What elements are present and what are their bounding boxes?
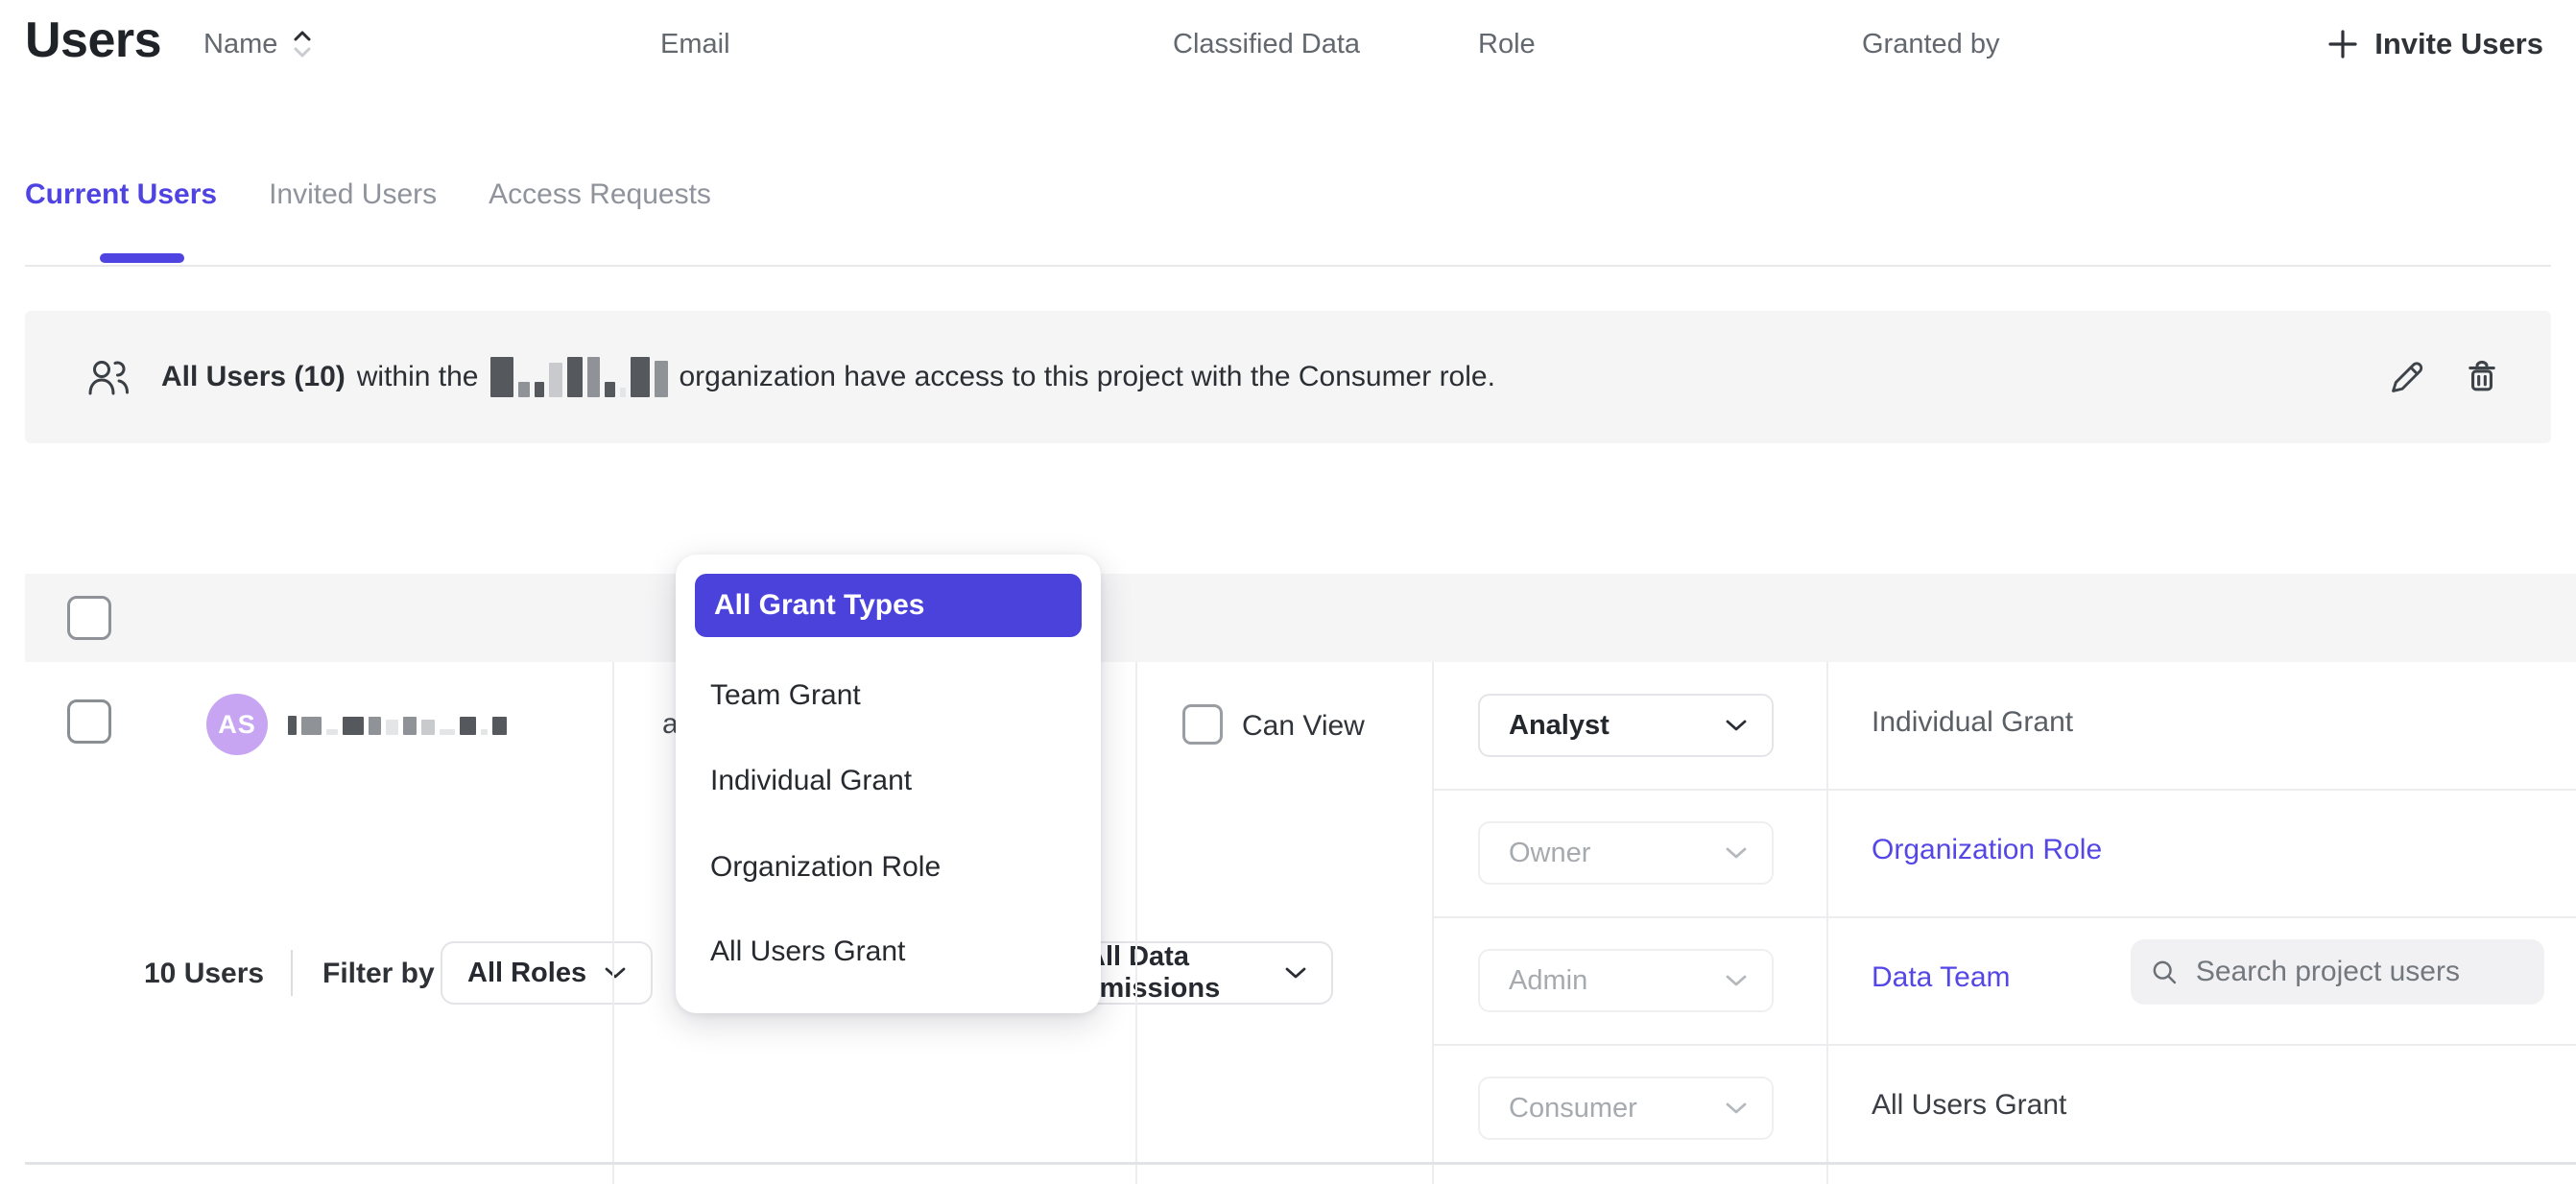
- menu-item-organization-role[interactable]: Organization Role: [710, 851, 941, 884]
- select-all-checkbox[interactable]: [67, 596, 111, 640]
- search-input[interactable]: [2196, 956, 2525, 988]
- menu-item-all-users-grant[interactable]: All Users Grant: [710, 935, 905, 968]
- chevron-down-icon: [1726, 1101, 1747, 1115]
- menu-item-team-grant[interactable]: Team Grant: [710, 679, 861, 712]
- chevron-down-icon: [1726, 846, 1747, 860]
- grant-types-menu: All Grant Types Team Grant Individual Gr…: [676, 555, 1101, 1013]
- invite-users-label: Invite Users: [2374, 27, 2543, 61]
- chevron-down-icon: [1726, 719, 1747, 732]
- chevron-down-icon: [1285, 966, 1306, 980]
- tab-invited-users[interactable]: Invited Users: [269, 178, 437, 211]
- active-tab-indicator: [100, 253, 184, 263]
- trash-icon: [2463, 358, 2501, 396]
- can-view-checkbox[interactable]: [1182, 704, 1223, 745]
- column-header-classified-data: Classified Data: [1173, 0, 1360, 88]
- granted-by-organization-role-link[interactable]: Organization Role: [1872, 834, 2102, 866]
- filter-toolbar: 10 Users Filter by All Roles All Grant T…: [0, 461, 2576, 556]
- search-project-users: [2131, 939, 2544, 1005]
- grant-row-divider: [1432, 1044, 2576, 1046]
- column-header-name[interactable]: Name: [203, 0, 312, 88]
- plus-icon: [2326, 28, 2359, 60]
- role-select-owner: Owner: [1478, 821, 1774, 885]
- grant-row-divider: [1432, 789, 2576, 791]
- user-row-divider: [25, 1162, 2576, 1165]
- table-header: [25, 574, 2576, 662]
- page-title: Users: [25, 12, 161, 69]
- banner-bold: All Users (10): [161, 361, 346, 393]
- chevron-down-icon: [605, 966, 626, 980]
- invite-users-button[interactable]: Invite Users: [2326, 27, 2543, 61]
- banner-mid: within the: [357, 361, 479, 393]
- chevron-down-icon: [1726, 974, 1747, 987]
- granted-by-data-team-link[interactable]: Data Team: [1872, 961, 2011, 994]
- column-header-role: Role: [1478, 0, 1536, 88]
- search-icon: [2150, 956, 2179, 988]
- column-divider: [1135, 662, 1137, 1184]
- column-header-email: Email: [660, 0, 730, 88]
- all-users-banner: All Users (10) within the organization h…: [25, 311, 2551, 443]
- role-select-admin: Admin: [1478, 949, 1774, 1012]
- tab-current-users[interactable]: Current Users: [25, 178, 217, 211]
- pencil-icon: [2388, 358, 2426, 396]
- granted-by-individual-grant: Individual Grant: [1872, 706, 2073, 739]
- banner-text: All Users (10) within the organization h…: [161, 357, 1495, 397]
- all-roles-label: All Roles: [467, 958, 586, 989]
- toolbar-divider: [291, 950, 293, 996]
- filter-by-label: Filter by: [322, 958, 435, 990]
- user-count: 10 Users: [144, 958, 264, 990]
- can-view-label: Can View: [1242, 710, 1365, 743]
- users-page: Users Invite Users Current Users Invited…: [0, 0, 2576, 1184]
- delete-button[interactable]: [2463, 358, 2501, 396]
- menu-item-individual-grant[interactable]: Individual Grant: [710, 765, 912, 797]
- tab-bar: Current Users Invited Users Access Reque…: [25, 178, 711, 211]
- row-checkbox[interactable]: [67, 699, 111, 744]
- people-icon: [86, 357, 131, 397]
- menu-item-all-grant-types[interactable]: All Grant Types: [695, 574, 1082, 637]
- edit-button[interactable]: [2388, 358, 2426, 396]
- avatar-initials: AS: [218, 710, 256, 740]
- sort-icon: [293, 28, 312, 60]
- grant-row-divider: [1432, 916, 2576, 918]
- column-divider: [1826, 662, 1828, 1184]
- column-header-granted-by: Granted by: [1862, 0, 1999, 88]
- tab-access-requests[interactable]: Access Requests: [489, 178, 711, 211]
- role-select-consumer: Consumer: [1478, 1077, 1774, 1140]
- user-name-redacted: [288, 716, 507, 735]
- granted-by-all-users-grant: All Users Grant: [1872, 1089, 2066, 1122]
- role-select-analyst[interactable]: Analyst: [1478, 694, 1774, 757]
- column-divider: [612, 662, 614, 1184]
- tab-divider: [25, 265, 2551, 267]
- organization-name-redacted: [490, 357, 668, 397]
- all-roles-filter[interactable]: All Roles: [441, 941, 653, 1005]
- avatar: AS: [206, 694, 268, 755]
- column-divider: [1432, 662, 1434, 1184]
- banner-end: organization have access to this project…: [680, 361, 1495, 393]
